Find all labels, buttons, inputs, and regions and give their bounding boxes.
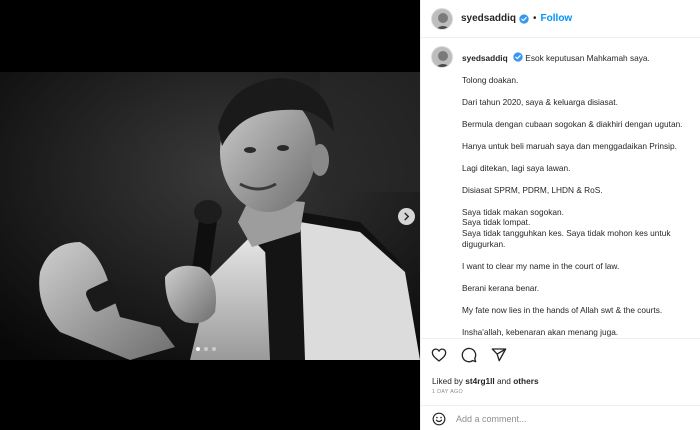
- comment-bubble-icon[interactable]: [461, 347, 477, 363]
- caption-paragraph: I want to clear my name in the court of …: [462, 260, 620, 271]
- liked-by-others-link[interactable]: others: [513, 376, 538, 386]
- carousel-indicator: [196, 347, 216, 351]
- liked-by-user-link[interactable]: st4rg1ll: [465, 376, 495, 386]
- action-row: [431, 347, 507, 363]
- caption-paragraph: Tolong doakan.: [462, 74, 519, 85]
- comment-composer: [421, 405, 700, 430]
- post-actions: Liked by st4rg1ll and others 1 DAY AGO: [421, 338, 700, 430]
- caption-text: syedsaddiq Esok keputusan Mahkamah saya.…: [462, 52, 692, 338]
- carousel-dot: [212, 347, 216, 351]
- follow-button[interactable]: Follow: [541, 13, 573, 24]
- avatar[interactable]: [431, 46, 453, 68]
- post-timestamp[interactable]: 1 DAY AGO: [432, 389, 463, 395]
- carousel-next-button[interactable]: [398, 208, 415, 225]
- caption-paragraph: My fate now lies in the hands of Allah s…: [462, 304, 663, 315]
- caption-first-line: Esok keputusan Mahkamah saya.: [525, 53, 650, 63]
- smiley-icon[interactable]: [432, 412, 446, 426]
- post-side-panel: syedsaddiq • Follow syedsaddiq Esok kepu…: [420, 0, 700, 430]
- verified-badge-icon: [513, 52, 523, 62]
- post-media: [0, 0, 420, 430]
- likes-prefix: Liked by: [432, 376, 466, 386]
- caption-paragraph: Berani kerana benar.: [462, 282, 540, 293]
- comment-input[interactable]: [456, 413, 676, 424]
- paper-plane-icon[interactable]: [491, 347, 507, 363]
- carousel-dot: [196, 347, 200, 351]
- carousel-dot: [204, 347, 208, 351]
- separator-dot: •: [533, 13, 537, 24]
- likes-and: and: [494, 376, 514, 386]
- caption-avatar-wrap: [431, 46, 453, 68]
- post-header: syedsaddiq • Follow: [421, 0, 700, 38]
- caption-paragraph: Insha'allah, kebenaran akan menang juga.: [462, 326, 619, 337]
- caption-paragraph: Disiasat SPRM, PDRM, LHDN & RoS.: [462, 184, 603, 195]
- post-photo: [0, 72, 420, 360]
- caption-paragraph: Saya tidak makan sogokan. Saya tidak lom…: [462, 206, 671, 249]
- caption-paragraph: Hanya untuk beli maruah saya dan menggad…: [462, 140, 677, 151]
- caption-paragraph: Bermula dengan cubaan sogokan & diakhiri…: [462, 118, 683, 129]
- avatar[interactable]: [431, 7, 453, 30]
- chevron-right-icon: [404, 212, 410, 221]
- heart-icon[interactable]: [431, 347, 447, 363]
- caption-area[interactable]: syedsaddiq Esok keputusan Mahkamah saya.…: [421, 38, 700, 338]
- caption-paragraph: Lagi ditekan, lagi saya lawan.: [462, 162, 571, 173]
- likes-summary: Liked by st4rg1ll and others: [432, 376, 539, 386]
- caption-paragraph: Dari tahun 2020, saya & keluarga disiasa…: [462, 96, 618, 107]
- caption-username[interactable]: syedsaddiq: [462, 53, 508, 63]
- verified-badge-icon: [519, 13, 529, 24]
- caption-paragraphs: Tolong doakan. Dari tahun 2020, saya & ke…: [462, 75, 692, 337]
- username-link[interactable]: syedsaddiq: [461, 13, 516, 24]
